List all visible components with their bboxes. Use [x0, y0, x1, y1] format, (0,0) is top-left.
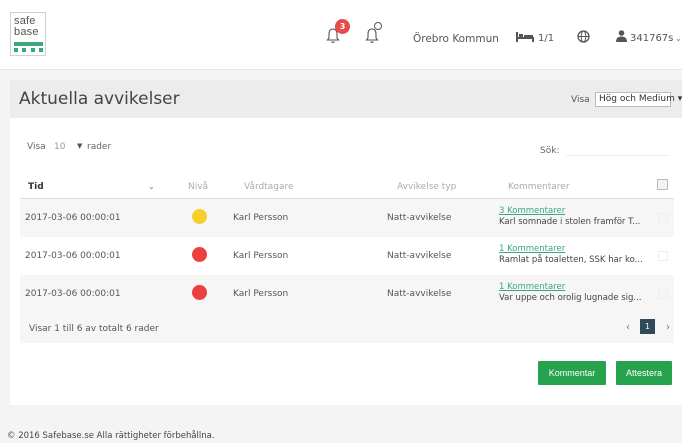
sort-icon[interactable]: ⌄	[148, 182, 155, 191]
column-header-kommentarer[interactable]: Kommentarer	[508, 182, 570, 192]
level-indicator	[192, 285, 207, 300]
comments-link[interactable]: 3 Kommentarer	[499, 206, 565, 216]
globe-icon[interactable]	[577, 30, 590, 43]
main-panel: Aktuella avvikelser Visa Hög och Medium …	[10, 80, 682, 405]
table-row[interactable]: 2017-03-06 00:00:01 Karl Persson Natt-av…	[20, 275, 674, 313]
row-checkbox[interactable]	[658, 289, 668, 299]
comment-preview: Ramlat på toaletten, SSK har ko...	[499, 255, 643, 265]
user-menu[interactable]: 341767s	[630, 33, 673, 44]
search-input[interactable]	[566, 136, 670, 156]
comments-link[interactable]: 1 Kommentarer	[499, 244, 565, 254]
comment-preview: Var uppe och orolig lugnade sig...	[499, 293, 642, 303]
page-length-prefix: Visa	[27, 142, 46, 152]
page-length-suffix: rader	[87, 142, 112, 152]
cell-avvikelse-typ: Natt-avvikelse	[387, 289, 452, 299]
column-header-vardtagare[interactable]: Vårdtagare	[244, 182, 294, 192]
attest-button[interactable]: Attestera	[616, 361, 672, 385]
safebase-logo[interactable]: safe base	[10, 12, 46, 56]
comment-button[interactable]: Kommentar	[538, 361, 606, 385]
logo-bar	[14, 42, 43, 46]
bed-count: 1/1	[538, 33, 555, 44]
table-row[interactable]: 2017-03-06 00:00:01 Karl Persson Natt-av…	[20, 199, 674, 237]
cell-tid: 2017-03-06 00:00:01	[25, 289, 121, 299]
logo-dots	[14, 48, 43, 52]
copyright-text: © 2016 Safebase.se Alla rättigheter förb…	[7, 431, 215, 441]
page-length-select[interactable]: 10	[54, 142, 65, 152]
column-header-tid[interactable]: Tid	[28, 182, 44, 192]
next-page-button[interactable]: ›	[666, 322, 670, 333]
column-header-avvikelse-typ[interactable]: Avvikelse typ	[397, 182, 456, 192]
previous-page-button[interactable]: ‹	[626, 322, 630, 333]
cell-avvikelse-typ: Natt-avvikelse	[387, 251, 452, 261]
title-bar: Aktuella avvikelser Visa Hög och Medium …	[10, 80, 682, 118]
logo-text-line2: base	[14, 26, 39, 38]
cell-vardtagare: Karl Persson	[233, 213, 289, 223]
cell-avvikelse-typ: Natt-avvikelse	[387, 213, 452, 223]
user-icon	[616, 30, 627, 42]
level-indicator	[192, 247, 207, 262]
severity-filter-select[interactable]: Hög och Medium ▾	[595, 92, 682, 107]
select-all-checkbox[interactable]	[657, 179, 668, 190]
level-indicator	[192, 209, 207, 224]
cell-vardtagare: Karl Persson	[233, 251, 289, 261]
row-checkbox[interactable]	[658, 213, 668, 223]
row-checkbox[interactable]	[658, 251, 668, 261]
table-header: Tid ⌄ Nivå Vårdtagare Avvikelse typ Komm…	[20, 173, 674, 199]
comment-preview: Karl somnade i stolen framför T...	[499, 217, 641, 227]
cell-vardtagare: Karl Persson	[233, 289, 289, 299]
column-header-niva[interactable]: Nivå	[188, 182, 208, 192]
filter-label: Visa	[571, 95, 590, 105]
table-info: Visar 1 till 6 av totalt 6 rader	[29, 324, 159, 334]
bed-icon	[516, 32, 534, 42]
search-label: Sök:	[540, 146, 560, 156]
gear-icon	[374, 22, 382, 30]
comments-link[interactable]: 1 Kommentarer	[499, 282, 565, 292]
caret-down-icon[interactable]: ▼	[77, 142, 82, 150]
notification-badge[interactable]: 3	[335, 19, 350, 34]
cell-tid: 2017-03-06 00:00:01	[25, 213, 121, 223]
top-bar: safe base 3 Örebro Kommun 1/1 341767s ⌄	[0, 0, 682, 70]
cell-tid: 2017-03-06 00:00:01	[25, 251, 121, 261]
table-row[interactable]: 2017-03-06 00:00:01 Karl Persson Natt-av…	[20, 237, 674, 275]
organization-name[interactable]: Örebro Kommun	[413, 33, 499, 45]
table-footer: Visar 1 till 6 av totalt 6 rader ‹ 1 ›	[20, 313, 674, 343]
page-button-current[interactable]: 1	[640, 319, 655, 334]
page-title: Aktuella avvikelser	[19, 89, 180, 109]
chevron-down-icon[interactable]: ⌄	[675, 34, 682, 43]
